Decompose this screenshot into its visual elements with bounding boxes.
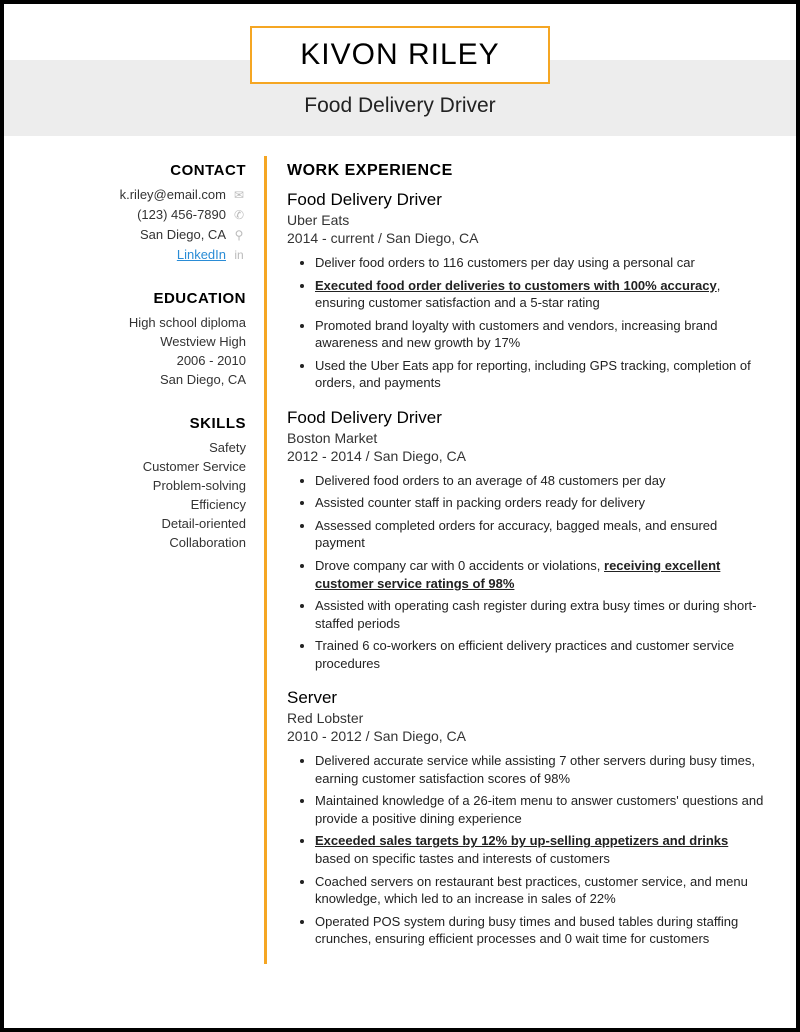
job-bullet: Exceeded sales targets by 12% by up-sell… [315, 832, 766, 867]
job-bullet: Operated POS system during busy times an… [315, 913, 766, 948]
job-bullet: Deliver food orders to 116 customers per… [315, 254, 766, 272]
location-icon: ⚲ [232, 228, 246, 242]
job-meta: 2012 - 2014 / San Diego, CA [287, 448, 766, 464]
job-bullet: Trained 6 co-workers on efficient delive… [315, 637, 766, 672]
job-bullet: Promoted brand loyalty with customers an… [315, 317, 766, 352]
job-bullet: Drove company car with 0 accidents or vi… [315, 557, 766, 592]
phone-icon: ✆ [232, 208, 246, 222]
job-bullet: Delivered food orders to an average of 4… [315, 472, 766, 490]
skill-item: Problem-solving [34, 478, 246, 493]
job-company: Uber Eats [287, 212, 766, 228]
education-dates: 2006 - 2010 [34, 353, 246, 368]
job-bullets: Deliver food orders to 116 customers per… [287, 254, 766, 392]
job-bullet: Used the Uber Eats app for reporting, in… [315, 357, 766, 392]
job-entry: Server Red Lobster 2010 - 2012 / San Diego… [287, 688, 766, 947]
skill-item: Safety [34, 440, 246, 455]
education-degree: High school diploma [34, 315, 246, 330]
contact-phone: (123) 456-7890 ✆ [34, 207, 246, 222]
education-location: San Diego, CA [34, 372, 246, 387]
job-bullet: Executed food order deliveries to custom… [315, 277, 766, 312]
job-bullets: Delivered food orders to an average of 4… [287, 472, 766, 672]
skill-item: Detail-oriented [34, 516, 246, 531]
job-entry: Food Delivery Driver Uber Eats 2014 - curr… [287, 190, 766, 392]
skill-item: Efficiency [34, 497, 246, 512]
job-bullet: Maintained knowledge of a 26-item menu t… [315, 792, 766, 827]
work-heading: WORK EXPERIENCE [287, 162, 766, 180]
name-box: KIVON RILEY [250, 26, 550, 84]
email-icon: ✉ [232, 188, 246, 202]
skill-item: Collaboration [34, 535, 246, 550]
job-title: Food Delivery Driver [287, 190, 766, 210]
skills-heading: SKILLS [34, 415, 246, 432]
job-bullet: Assisted counter staff in packing orders… [315, 494, 766, 512]
contact-email: k.riley@email.com ✉ [34, 187, 246, 202]
job-title: Food Delivery Driver [287, 408, 766, 428]
job-bullet: Delivered accurate service while assisti… [315, 752, 766, 787]
education-heading: EDUCATION [34, 290, 246, 307]
job-company: Red Lobster [287, 710, 766, 726]
candidate-name: KIVON RILEY [252, 38, 548, 72]
main-column: WORK EXPERIENCE Food Delivery Driver Uber… [267, 156, 766, 964]
skill-item: Customer Service [34, 459, 246, 474]
job-meta: 2014 - current / San Diego, CA [287, 230, 766, 246]
contact-location: San Diego, CA ⚲ [34, 227, 246, 242]
job-bullet: Assisted with operating cash register du… [315, 597, 766, 632]
contact-heading: CONTACT [34, 162, 246, 179]
job-bullets: Delivered accurate service while assisti… [287, 752, 766, 947]
education-school: Westview High [34, 334, 246, 349]
job-meta: 2010 - 2012 / San Diego, CA [287, 728, 766, 744]
contact-linkedin[interactable]: LinkedIn in [34, 247, 246, 262]
job-title: Server [287, 688, 766, 708]
job-entry: Food Delivery Driver Boston Market 2012 - … [287, 408, 766, 672]
job-title-header: Food Delivery Driver [4, 94, 796, 118]
linkedin-icon: in [232, 248, 246, 262]
job-bullet: Coached servers on restaurant best pract… [315, 873, 766, 908]
job-company: Boston Market [287, 430, 766, 446]
sidebar: CONTACT k.riley@email.com ✉ (123) 456-78… [34, 156, 264, 964]
job-bullet: Assessed completed orders for accuracy, … [315, 517, 766, 552]
